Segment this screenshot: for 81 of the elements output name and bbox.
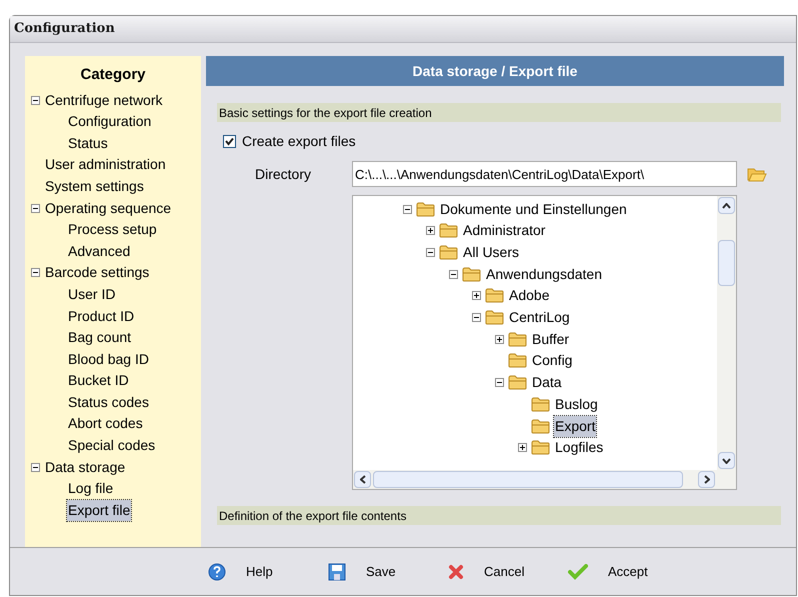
vertical-scrollbar[interactable] xyxy=(717,196,736,470)
collapse-icon[interactable] xyxy=(403,204,412,214)
category-item[interactable]: Abort codes xyxy=(67,413,144,434)
window-title: Configuration xyxy=(14,20,115,38)
folder-item[interactable]: Export xyxy=(554,416,596,436)
collapse-icon[interactable] xyxy=(31,96,40,105)
category-item[interactable]: Advanced xyxy=(67,240,132,262)
folder-item[interactable]: Buffer xyxy=(531,328,570,350)
scroll-down-button[interactable] xyxy=(718,452,735,470)
scroll-up-button[interactable] xyxy=(718,197,735,214)
panel-header: Data storage / Export file xyxy=(206,56,784,86)
section-heading: Definition of the export file contents xyxy=(217,506,781,526)
folder-item[interactable]: Buslog xyxy=(554,394,599,415)
collapse-icon[interactable] xyxy=(472,313,481,322)
directory-label: Directory xyxy=(255,164,312,184)
collapse-icon[interactable] xyxy=(426,248,435,257)
checkbox[interactable] xyxy=(223,134,236,148)
category-item[interactable]: Status xyxy=(67,132,109,154)
category-item[interactable]: Bucket ID xyxy=(67,370,130,392)
collapse-icon[interactable] xyxy=(31,268,40,278)
folder-item[interactable]: All Users xyxy=(462,242,520,263)
category-item[interactable]: Operating sequence xyxy=(44,198,172,219)
scroll-right-button[interactable] xyxy=(698,471,715,488)
create-export-checkbox[interactable]: Create export files xyxy=(223,131,356,152)
accept-button[interactable]: Accept xyxy=(568,558,688,586)
save-button[interactable]: Save xyxy=(328,558,448,586)
category-item[interactable]: Special codes xyxy=(67,435,156,456)
collapse-icon[interactable] xyxy=(31,462,40,472)
category-heading: Category xyxy=(79,65,147,86)
section-heading: Basic settings for the export file creation xyxy=(217,103,781,122)
category-item[interactable]: Barcode settings xyxy=(44,262,150,284)
folder-item[interactable]: Administrator xyxy=(462,220,546,242)
folder-icon xyxy=(416,202,435,217)
folder-icon xyxy=(508,353,527,368)
scroll-left-button[interactable] xyxy=(354,471,371,488)
category-item[interactable]: Status codes xyxy=(67,392,150,413)
folder-icon xyxy=(531,418,550,434)
category-item[interactable]: Centrifuge network xyxy=(44,90,164,111)
category-item[interactable]: Bag count xyxy=(67,327,132,348)
checkmark-icon xyxy=(568,564,588,580)
expand-icon[interactable] xyxy=(472,291,481,300)
folder-item[interactable]: Logfiles xyxy=(554,437,604,458)
cancel-button[interactable]: Cancel xyxy=(448,558,568,586)
category-item[interactable]: System settings xyxy=(44,176,145,197)
collapse-icon[interactable] xyxy=(449,270,458,279)
folder-icon xyxy=(485,310,504,326)
scroll-thumb[interactable] xyxy=(718,240,735,286)
category-item[interactable]: Configuration xyxy=(67,111,152,132)
expand-icon[interactable] xyxy=(518,443,527,452)
category-item[interactable]: Log file xyxy=(67,478,114,500)
folder-icon xyxy=(531,396,550,412)
folder-item[interactable]: Config xyxy=(531,350,574,372)
folder-icon xyxy=(508,332,527,347)
folder-item[interactable]: CentriLog xyxy=(508,307,571,328)
folder-item[interactable]: Data xyxy=(531,372,563,394)
expand-icon[interactable] xyxy=(426,226,435,236)
collapse-icon[interactable] xyxy=(495,378,504,388)
help-icon xyxy=(208,562,226,581)
cross-icon xyxy=(448,564,464,580)
folder-icon xyxy=(439,245,458,260)
expand-icon[interactable] xyxy=(495,334,504,344)
category-item[interactable]: Product ID xyxy=(67,306,136,327)
category-item[interactable]: Data storage xyxy=(44,456,126,478)
category-item[interactable]: User administration xyxy=(44,154,167,176)
category-item[interactable]: User ID xyxy=(67,284,116,305)
folder-icon xyxy=(485,288,504,304)
folder-item[interactable]: Anwendungsdaten xyxy=(485,264,603,285)
folder-icon xyxy=(462,266,481,282)
collapse-icon[interactable] xyxy=(31,204,40,213)
folder-item[interactable]: Adobe xyxy=(508,285,550,306)
folder-item[interactable]: Dokumente und Einstellungen xyxy=(439,198,628,220)
directory-field[interactable]: C:\...\...\Anwendungsdaten\CentriLog\Data\Export\ xyxy=(352,161,737,188)
category-item[interactable]: Blood bag ID xyxy=(67,348,150,370)
scroll-thumb[interactable] xyxy=(373,471,683,488)
category-item[interactable]: Process setup xyxy=(67,219,158,240)
folder-icon xyxy=(531,440,550,456)
category-item[interactable]: Export file xyxy=(67,500,132,521)
help-button[interactable]: Help xyxy=(208,558,328,586)
folder-icon xyxy=(508,375,527,390)
folder-icon xyxy=(439,223,458,238)
horizontal-scrollbar[interactable] xyxy=(353,470,736,490)
